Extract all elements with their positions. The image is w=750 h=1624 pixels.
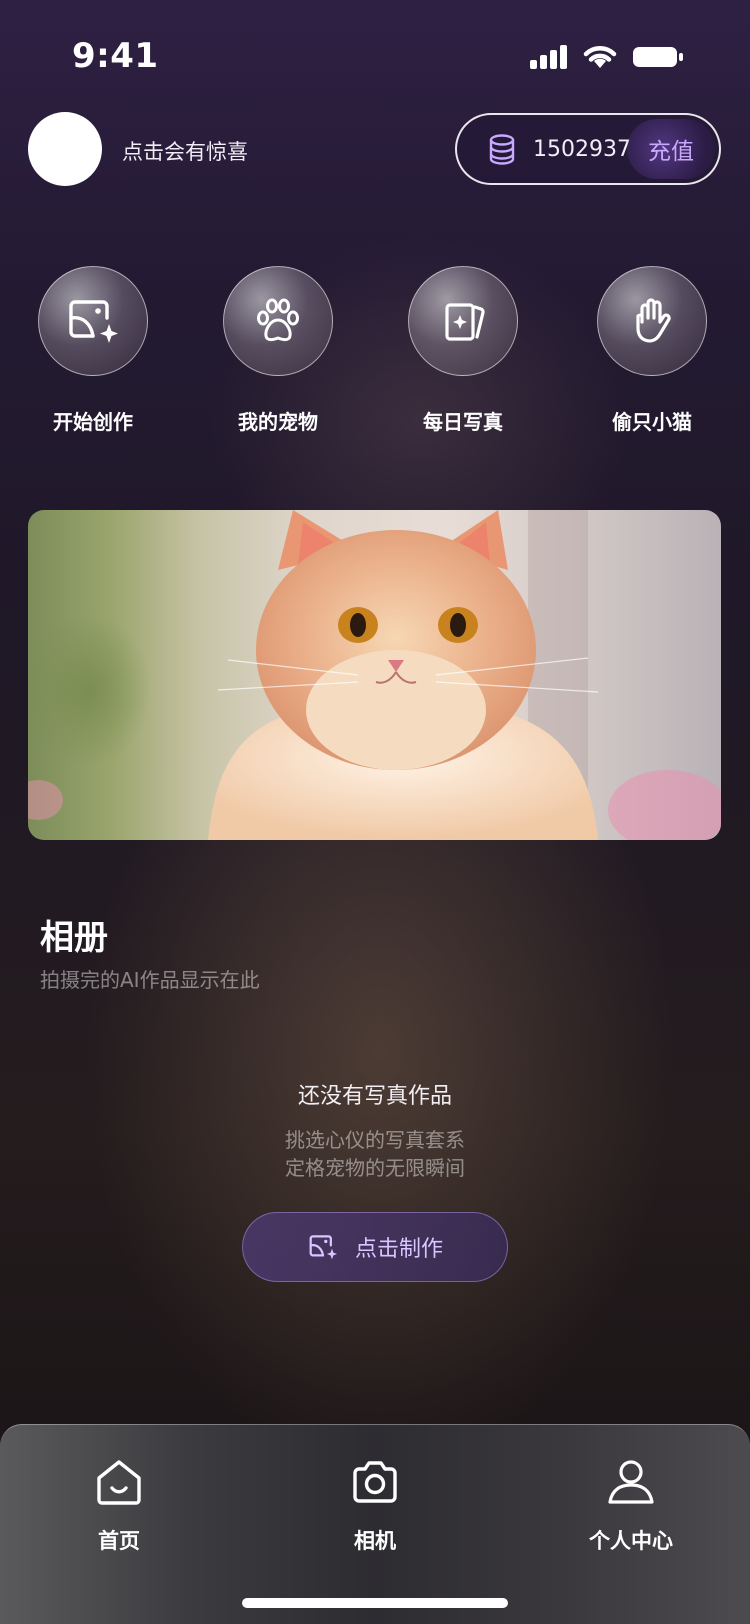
cat-portrait-image <box>28 510 721 840</box>
image-sparkle-icon <box>69 300 118 343</box>
tab-bar: 首页 相机 个人中心 <box>0 1424 750 1624</box>
cellular-signal-icon <box>530 45 567 69</box>
wifi-icon <box>583 46 617 68</box>
quick-action-label: 我的宠物 <box>238 410 318 434</box>
tab-label: 相机 <box>354 1529 396 1553</box>
tab-camera[interactable]: 相机 <box>295 1455 455 1555</box>
quick-action-start-creating[interactable]: 开始创作 <box>18 266 168 435</box>
image-sparkle-icon <box>309 1235 337 1260</box>
avatar-caption[interactable]: 点击会有惊喜 <box>122 136 248 166</box>
hand-icon <box>636 298 671 343</box>
album-subtitle: 拍摄完的AI作品显示在此 <box>40 968 260 992</box>
tab-home[interactable]: 首页 <box>39 1455 199 1555</box>
album-title: 相册 <box>40 918 108 958</box>
quick-action-label: 每日写真 <box>423 410 503 434</box>
battery-icon <box>633 47 683 67</box>
empty-state-line: 挑选心仪的写真套系 <box>285 1128 465 1152</box>
empty-state-title: 还没有写真作品 <box>297 1084 452 1109</box>
tab-label: 个人中心 <box>589 1529 673 1553</box>
empty-state-line: 定格宠物的无限瞬间 <box>285 1156 465 1180</box>
person-icon <box>608 1460 654 1504</box>
quick-action-my-pets[interactable]: 我的宠物 <box>203 266 353 435</box>
home-icon <box>97 1460 141 1505</box>
photo-card-icon <box>445 303 485 341</box>
tab-profile[interactable]: 个人中心 <box>551 1455 711 1555</box>
coin-stack-icon <box>489 134 515 165</box>
avatar[interactable] <box>28 112 102 186</box>
status-bar: 9:41 <box>0 0 750 116</box>
make-button-label: 点击制作 <box>354 1237 443 1262</box>
quick-action-daily-portrait[interactable]: 每日写真 <box>388 266 538 435</box>
quick-action-label: 开始创作 <box>53 410 133 434</box>
recharge-button[interactable]: 充值 <box>627 119 715 179</box>
status-time: 9:41 <box>72 36 159 76</box>
home-indicator <box>242 1598 508 1608</box>
paw-icon <box>257 298 299 342</box>
status-icons <box>530 44 684 70</box>
coin-balance-pill[interactable]: 1502937 充值 <box>455 113 721 185</box>
camera-icon <box>353 1461 397 1503</box>
make-button[interactable]: 点击制作 <box>242 1212 508 1282</box>
tab-label: 首页 <box>98 1529 140 1553</box>
quick-action-label: 偷只小猫 <box>612 410 692 434</box>
hero-banner[interactable] <box>28 510 721 840</box>
coin-balance: 1502937 <box>533 136 631 162</box>
quick-action-steal-kitten[interactable]: 偷只小猫 <box>577 266 727 435</box>
